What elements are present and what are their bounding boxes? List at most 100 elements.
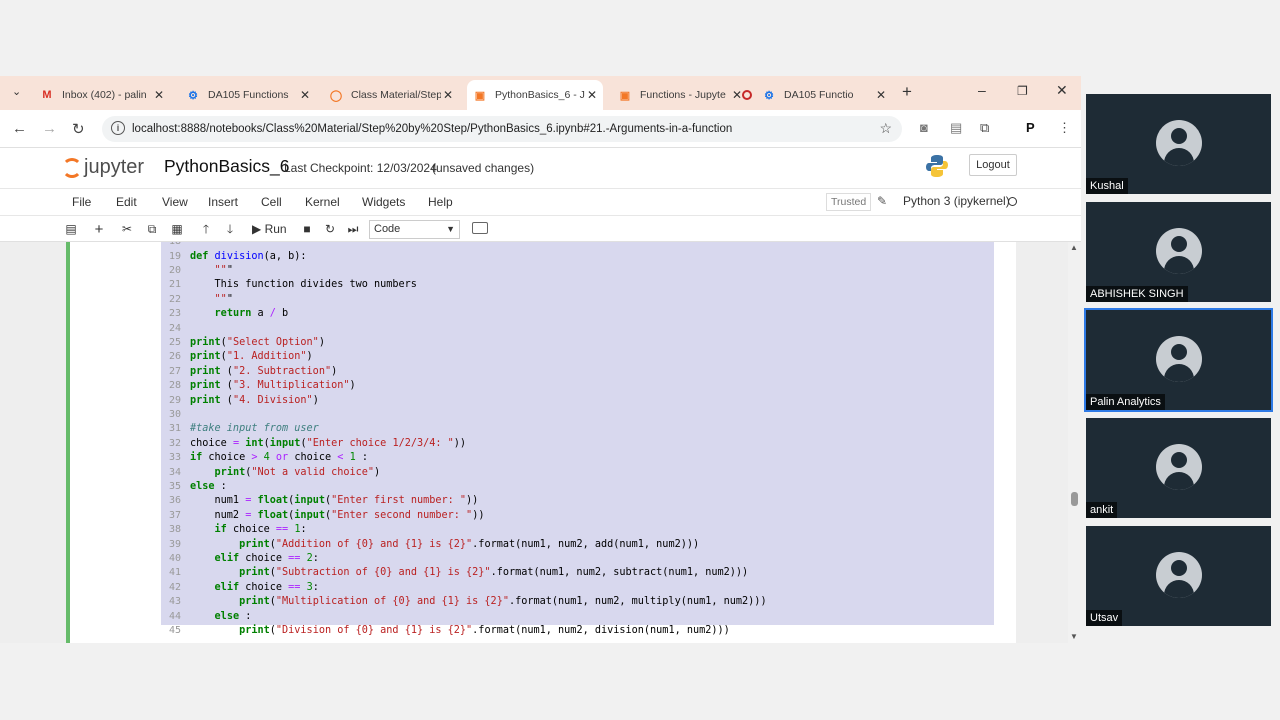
- notebook-title[interactable]: PythonBasics_6: [164, 156, 290, 177]
- menu-item-widgets[interactable]: Widgets: [362, 195, 405, 209]
- address-bar: ← → ↻ i localhost:8888/notebooks/Class%2…: [0, 110, 1081, 148]
- python-logo-icon: [926, 155, 948, 177]
- profile-icon[interactable]: P: [1026, 120, 1035, 135]
- screenshot-icon[interactable]: ◙: [920, 120, 928, 135]
- participant-tile[interactable]: Kushal: [1086, 94, 1271, 194]
- browser-tab[interactable]: ⚙ DA105 Functio ✕: [742, 80, 892, 110]
- jupyter-logo[interactable]: jupyter: [62, 156, 144, 179]
- browser-tab[interactable]: ⚙ DA105 Functions ✕: [180, 80, 316, 110]
- close-tab-icon[interactable]: ✕: [587, 88, 597, 102]
- code-cell[interactable]: 1819 def division(a, b): 20 """ 21 This fun…: [66, 242, 1016, 643]
- code-line: #take input from user: [190, 423, 319, 435]
- menu-item-kernel[interactable]: Kernel: [305, 195, 340, 209]
- browser-window: ⌄ M Inbox (402) - palin ✕ ⚙ DA105 Functions ✕…: [0, 76, 1081, 643]
- participant-tile[interactable]: ABHISHEK SINGH: [1086, 202, 1271, 302]
- notebook-icon: ▣: [619, 89, 631, 102]
- run-button[interactable]: ▶ Run: [252, 220, 292, 239]
- site-info-icon[interactable]: i: [111, 121, 125, 135]
- code-line: """: [214, 265, 233, 276]
- browser-tab[interactable]: M Inbox (402) - palin ✕: [34, 80, 170, 110]
- jupyter-header: jupyter PythonBasics_6 Last Checkpoint: …: [0, 148, 1081, 188]
- menu-item-file[interactable]: File: [72, 195, 91, 209]
- close-tab-icon[interactable]: ✕: [732, 88, 742, 102]
- paste-icon[interactable]: ▦: [170, 220, 184, 239]
- url-text: localhost:8888/notebooks/Class%20Materia…: [132, 123, 733, 135]
- logout-button[interactable]: Logout: [969, 154, 1017, 176]
- cut-icon[interactable]: ✂: [120, 220, 134, 239]
- close-tab-icon[interactable]: ✕: [443, 88, 453, 102]
- menu-item-help[interactable]: Help: [428, 195, 453, 209]
- line-number: 39: [168, 538, 181, 550]
- close-tab-icon[interactable]: ✕: [154, 88, 164, 102]
- line-number: 40: [168, 553, 181, 564]
- trusted-badge[interactable]: Trusted: [826, 193, 872, 211]
- restore-icon[interactable]: ❐: [1017, 84, 1028, 98]
- forward-icon[interactable]: →: [42, 120, 57, 137]
- scroll-thumb[interactable]: [1071, 492, 1078, 506]
- menu-item-view[interactable]: View: [162, 195, 188, 209]
- code-line: print("Addition of {0} and {1} is {2}".f…: [239, 538, 700, 550]
- jupyter-logo-text: jupyter: [84, 156, 145, 178]
- minimize-icon[interactable]: –: [978, 82, 986, 98]
- move-up-icon[interactable]: 🡑: [199, 220, 213, 239]
- browser-menu-icon[interactable]: ⋮: [1058, 120, 1071, 136]
- scroll-up-icon[interactable]: ▲: [1070, 243, 1078, 252]
- restart-run-all-icon[interactable]: ⏭: [346, 220, 360, 239]
- close-window-icon[interactable]: ✕: [1056, 82, 1068, 99]
- bookmark-star-icon[interactable]: ☆: [879, 120, 892, 137]
- avatar-icon: [1156, 552, 1202, 598]
- line-number: 41: [168, 567, 181, 579]
- participant-tile[interactable]: ankit: [1086, 418, 1271, 518]
- browser-tab[interactable]: ◯ Class Material/Step ✕: [323, 80, 459, 110]
- keyboard-icon[interactable]: [472, 222, 488, 234]
- scroll-down-icon[interactable]: ▼: [1070, 632, 1078, 641]
- scrollbar[interactable]: ▲ ▼: [1068, 242, 1081, 643]
- tab-search-icon[interactable]: ⌄: [12, 85, 21, 98]
- menu-item-insert[interactable]: Insert: [208, 195, 238, 209]
- participant-tile[interactable]: Utsav: [1086, 526, 1271, 626]
- line-number: 18: [161, 242, 181, 250]
- extensions-icon[interactable]: ⧉: [980, 120, 989, 136]
- menu-item-edit[interactable]: Edit: [116, 195, 137, 209]
- tab-title: Inbox (402) - palin: [62, 89, 147, 101]
- line-number: 26: [168, 351, 181, 363]
- participant-tile[interactable]: Palin Analytics: [1084, 308, 1273, 412]
- line-number: 27: [168, 365, 181, 377]
- kernel-name[interactable]: Python 3 (ipykernel): [903, 194, 1010, 208]
- line-number: 25: [168, 337, 181, 348]
- avatar-icon: [1156, 228, 1202, 274]
- tab-title: DA105 Functio: [784, 89, 854, 101]
- line-number: 30: [168, 409, 181, 420]
- url-field[interactable]: i localhost:8888/notebooks/Class%20Mater…: [102, 116, 902, 142]
- browser-tab[interactable]: ▣ Functions - Jupyte ✕: [612, 80, 748, 110]
- browser-tab[interactable]: ▣ PythonBasics_6 - J ✕: [467, 80, 603, 110]
- code-line: return a / b: [214, 308, 289, 320]
- notebook-icon: ▣: [474, 89, 486, 102]
- save-icon[interactable]: ▤: [64, 220, 78, 239]
- code-line: print ("3. Multiplication"): [190, 380, 356, 392]
- tab-title: Class Material/Step: [351, 89, 441, 101]
- notebook-area: 1819 def division(a, b): 20 """ 21 This fun…: [0, 242, 1081, 643]
- close-tab-icon[interactable]: ✕: [300, 88, 310, 102]
- code-line: print ("4. Division"): [190, 394, 319, 406]
- line-number: 34: [168, 466, 181, 478]
- code-line: num2 = float(input("Enter second number:…: [190, 509, 485, 521]
- menu-bar: File Edit View Insert Cell Kernel Widgets Help …: [0, 188, 1081, 216]
- move-down-icon[interactable]: 🡓: [223, 220, 237, 239]
- participant-name: ankit: [1086, 502, 1118, 518]
- close-tab-icon[interactable]: ✕: [876, 88, 886, 102]
- cast-icon[interactable]: ▤: [950, 120, 962, 136]
- back-icon[interactable]: ←: [12, 120, 27, 137]
- new-tab-button[interactable]: +: [902, 82, 912, 102]
- tab-bar: ⌄ M Inbox (402) - palin ✕ ⚙ DA105 Functions ✕…: [0, 76, 1081, 110]
- code-line: print("Division of {0} and {1} is {2}".f…: [239, 625, 730, 636]
- insert-cell-below-icon[interactable]: +: [92, 220, 106, 239]
- cell-type-select[interactable]: Code ▼: [369, 220, 460, 239]
- code-line: elif choice == 3:: [214, 581, 319, 593]
- copy-icon[interactable]: ⧉: [145, 220, 159, 239]
- restart-icon[interactable]: ↻: [323, 220, 337, 239]
- interrupt-icon[interactable]: ■: [300, 220, 314, 239]
- run-icon: ▶: [252, 222, 262, 236]
- menu-item-cell[interactable]: Cell: [261, 195, 282, 209]
- reload-icon[interactable]: ↻: [72, 120, 85, 138]
